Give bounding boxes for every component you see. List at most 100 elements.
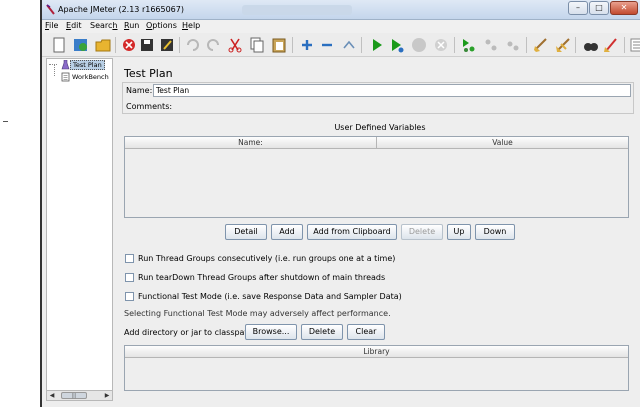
test-plan-panel: Test Plan Name: Test Plan Comments: User… (120, 58, 640, 403)
remote-stop-icon (482, 36, 500, 54)
tree-item-test-plan[interactable]: Test Plan (61, 59, 105, 70)
clear-all-icon[interactable] (554, 36, 572, 54)
scroll-grip: ||| (71, 393, 77, 399)
toolbar-separator (454, 37, 455, 53)
user-defined-variables-title: User Defined Variables (334, 123, 426, 132)
menu-run[interactable]: Run (124, 21, 139, 30)
templates-icon[interactable] (72, 36, 90, 54)
menu-options[interactable]: Options (146, 21, 177, 30)
close-icon[interactable] (120, 36, 138, 54)
functional-mode-warning: Selecting Functional Test Mode may adver… (124, 309, 391, 318)
clear-classpath-button[interactable]: Clear (347, 324, 385, 340)
search-icon[interactable] (582, 36, 600, 54)
remote-start-icon[interactable] (460, 36, 478, 54)
functional-test-mode-label: Functional Test Mode (i.e. save Response… (138, 292, 402, 301)
delete-variable-button: Delete (401, 224, 443, 240)
tree-item-label: Test Plan (70, 60, 105, 70)
save-as-icon[interactable] (158, 36, 176, 54)
clear-icon[interactable] (532, 36, 550, 54)
toggle-icon[interactable] (340, 36, 358, 54)
menu-file[interactable]: File (45, 21, 58, 30)
menu-edit[interactable]: Edit (66, 21, 82, 30)
classpath-label: Add directory or jar to classpath (124, 328, 253, 337)
menu-text: Searc (90, 21, 113, 30)
variables-table[interactable]: Name: Value (124, 136, 629, 218)
library-table[interactable]: Library (124, 345, 629, 391)
remote-shutdown-icon (504, 36, 522, 54)
down-button[interactable]: Down (475, 224, 515, 240)
run-teardown-checkbox[interactable] (125, 273, 134, 282)
menu-text: ptions (152, 21, 177, 30)
collapse-icon[interactable] (318, 36, 336, 54)
toolbar-separator (361, 37, 362, 53)
run-teardown-label: Run tearDown Thread Groups after shutdow… (138, 273, 386, 282)
functional-test-mode-checkbox[interactable] (125, 292, 134, 301)
stray-mark (3, 121, 8, 122)
maximize-button[interactable]: □ (589, 1, 609, 15)
page-title: Test Plan (124, 67, 173, 80)
comments-field[interactable] (169, 100, 631, 113)
toolbar-separator (624, 37, 625, 53)
toolbar-separator (575, 37, 576, 53)
name-label: Name: (126, 86, 153, 95)
function-helper-icon[interactable] (629, 36, 640, 54)
comments-label: Comments: (126, 102, 173, 111)
start-icon[interactable] (368, 36, 386, 54)
run-consecutively-label: Run Thread Groups consecutively (i.e. ru… (138, 254, 396, 263)
title-bar: Apache JMeter (2.13 r1665067) – □ ✕ (42, 0, 640, 20)
close-window-button[interactable]: ✕ (610, 1, 638, 15)
browse-button[interactable]: Browse... (245, 324, 297, 340)
start-no-pauses-icon[interactable] (388, 36, 406, 54)
menu-text: dit (71, 21, 82, 30)
copy-icon[interactable] (248, 36, 266, 54)
scroll-right-button[interactable]: ▶ (102, 391, 112, 400)
name-comments-panel: Name: Test Plan Comments: (122, 82, 634, 114)
toolbar-separator (115, 37, 116, 53)
test-tree: Test Plan WorkBench (46, 58, 113, 395)
tree-item-label: WorkBench (72, 73, 109, 81)
toolbar-separator (292, 37, 293, 53)
reset-search-icon[interactable] (602, 36, 620, 54)
jmeter-feather-icon (46, 4, 55, 15)
undo-icon (184, 36, 202, 54)
expand-icon[interactable] (298, 36, 316, 54)
tree-item-workbench[interactable]: WorkBench (61, 72, 111, 82)
menu-search[interactable]: Search (90, 21, 118, 30)
stop-icon (410, 36, 428, 54)
menu-bar: File Edit Search Run Options Help (42, 20, 640, 33)
open-icon[interactable] (94, 36, 112, 54)
beaker-icon (61, 59, 70, 70)
detail-button[interactable]: Detail (225, 224, 267, 240)
jmeter-window: Apache JMeter (2.13 r1665067) – □ ✕ File… (40, 0, 640, 407)
menu-text: ile (49, 21, 59, 30)
menu-mnemonic: h (112, 21, 118, 30)
menu-help[interactable]: Help (182, 21, 200, 30)
toolbar-separator (526, 37, 527, 53)
cut-icon[interactable] (226, 36, 244, 54)
save-icon[interactable] (138, 36, 156, 54)
tree-line (49, 64, 57, 65)
window-title: Apache JMeter (2.13 r1665067) (58, 5, 184, 14)
paste-icon[interactable] (270, 36, 288, 54)
name-field[interactable]: Test Plan (153, 84, 631, 97)
redo-icon (204, 36, 222, 54)
scroll-thumb[interactable]: ||| (61, 392, 87, 399)
menu-text: elp (188, 21, 201, 30)
toolbar (42, 33, 640, 57)
column-header-name[interactable]: Name: (125, 137, 377, 149)
scroll-left-button[interactable]: ◀ (47, 391, 57, 400)
run-consecutively-checkbox[interactable] (125, 254, 134, 263)
add-button[interactable]: Add (271, 224, 303, 240)
delete-classpath-button[interactable]: Delete (301, 324, 343, 340)
new-icon[interactable] (50, 36, 68, 54)
tree-horizontal-scrollbar[interactable]: ◀ ||| ▶ (46, 390, 113, 401)
add-from-clipboard-button[interactable]: Add from Clipboard (307, 224, 397, 240)
column-header-value[interactable]: Value (377, 137, 628, 149)
minimize-button[interactable]: – (568, 1, 588, 15)
workbench-icon (61, 72, 70, 82)
shutdown-icon (432, 36, 450, 54)
tree-line (54, 64, 55, 76)
up-button[interactable]: Up (447, 224, 471, 240)
background-window-title (242, 5, 352, 15)
column-header-library[interactable]: Library (125, 346, 628, 358)
